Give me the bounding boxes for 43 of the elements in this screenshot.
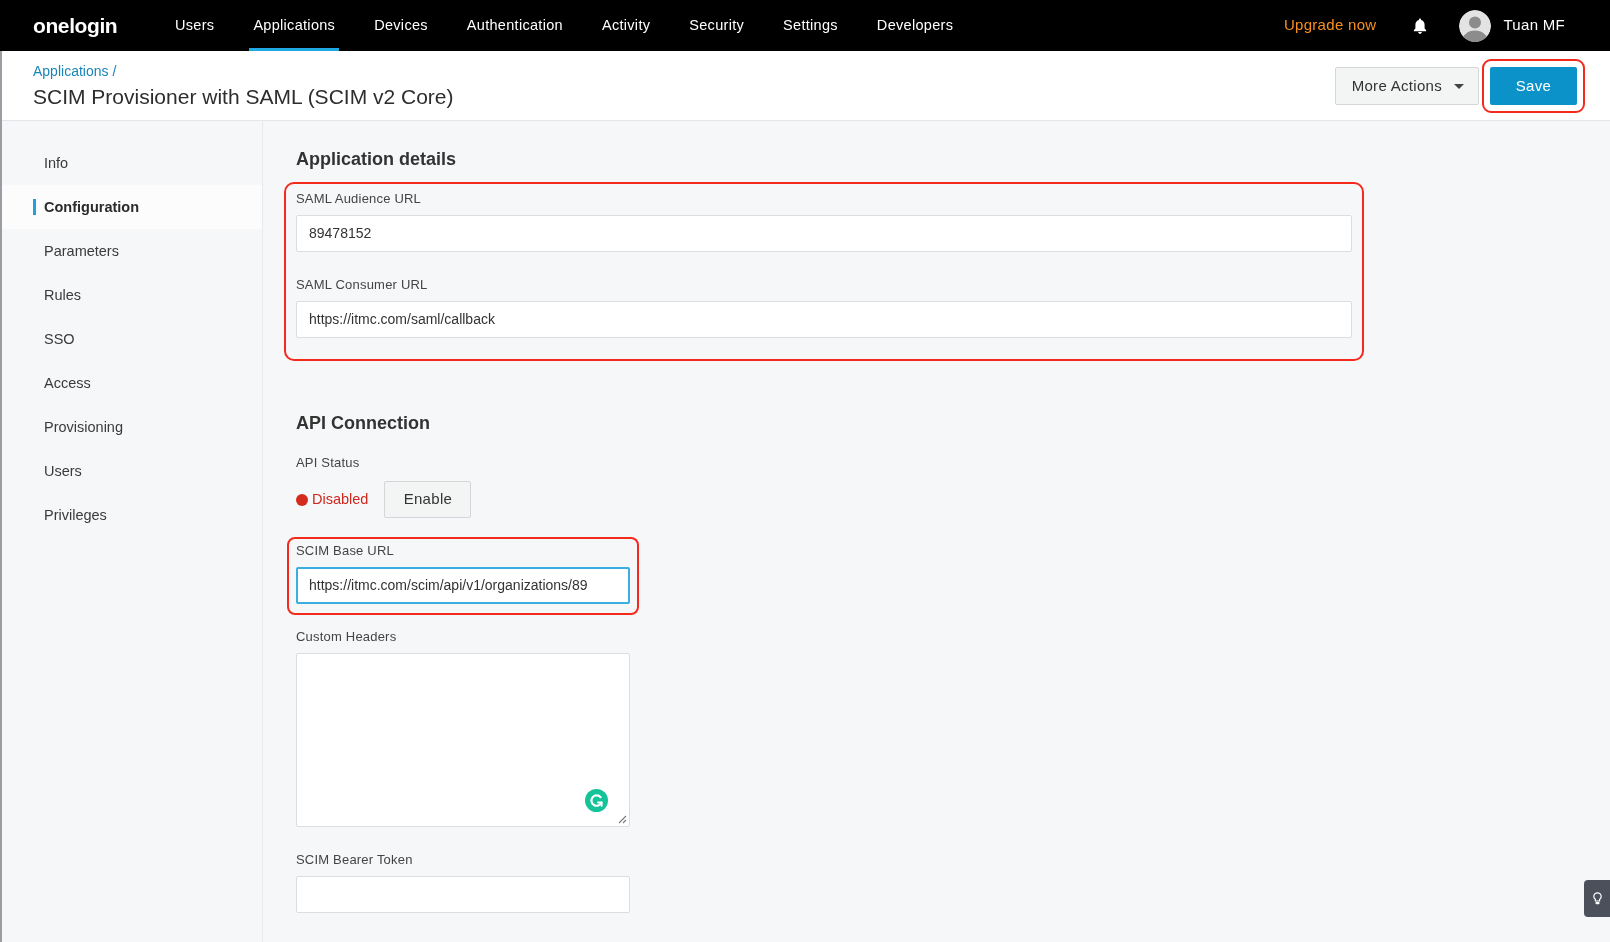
text-field[interactable]: 89478152 — [296, 215, 1352, 252]
resize-grip-icon[interactable] — [618, 815, 627, 824]
sidebar-item[interactable]: SSO — [2, 317, 262, 361]
section-heading: Application details — [296, 148, 458, 171]
page-title: SCIM Provisioner with SAML (SCIM v2 Core) — [33, 84, 454, 110]
nav-tab[interactable]: Users — [171, 0, 219, 51]
action-button[interactable]: Enable — [384, 481, 472, 518]
text-field[interactable] — [296, 876, 630, 913]
sidebar-item[interactable]: Parameters — [2, 229, 262, 273]
side-tab-button[interactable] — [1584, 880, 1610, 917]
nav-tab[interactable]: Authentication — [462, 0, 567, 51]
sidebar-item[interactable]: Info — [2, 141, 262, 185]
nav-tab[interactable]: Devices — [370, 0, 432, 51]
textarea-field[interactable] — [296, 653, 630, 827]
sidebar-item[interactable]: Privileges — [2, 493, 262, 537]
field-label: SAML Audience URL — [296, 190, 423, 208]
field-label: API Status — [296, 454, 361, 472]
text-field[interactable]: https://itmc.com/scim/api/v1/organizations/89 — [296, 567, 630, 604]
logo[interactable]: onelogin — [33, 9, 171, 42]
breadcrumb-link[interactable]: Applications / — [33, 61, 454, 81]
sidebar-item[interactable]: Users — [2, 449, 262, 493]
sidebar-item[interactable]: Provisioning — [2, 405, 262, 449]
nav-tab[interactable]: Security — [685, 0, 749, 51]
user-name[interactable]: Tuan MF — [1503, 14, 1565, 37]
status-text: Disabled — [312, 489, 369, 509]
field-label: SCIM Base URL — [296, 542, 395, 560]
field-label: Custom Headers — [296, 628, 398, 646]
nav-tab[interactable]: Developers — [872, 0, 958, 51]
text-field[interactable]: https://itmc.com/saml/callback — [296, 301, 1352, 338]
caret-icon — [1454, 83, 1464, 89]
sidebar-item[interactable]: Configuration — [2, 185, 262, 229]
sidebar-item[interactable]: Access — [2, 361, 262, 405]
bell-icon[interactable] — [1413, 17, 1428, 34]
field-label: SAML Consumer URL — [296, 276, 429, 294]
field-label: SCIM Bearer Token — [296, 851, 414, 869]
lightbulb-icon — [1592, 892, 1602, 905]
dropdown-button[interactable]: More Actions — [1334, 67, 1479, 105]
nav-tab[interactable]: Activity — [597, 0, 655, 51]
upgrade-link[interactable]: Upgrade now — [1283, 14, 1377, 37]
sidebar-item[interactable]: Rules — [2, 273, 262, 317]
nav-tab[interactable]: Settings — [779, 0, 842, 51]
avatar-icon[interactable] — [1459, 9, 1492, 42]
section-heading: API Connection — [296, 412, 431, 435]
